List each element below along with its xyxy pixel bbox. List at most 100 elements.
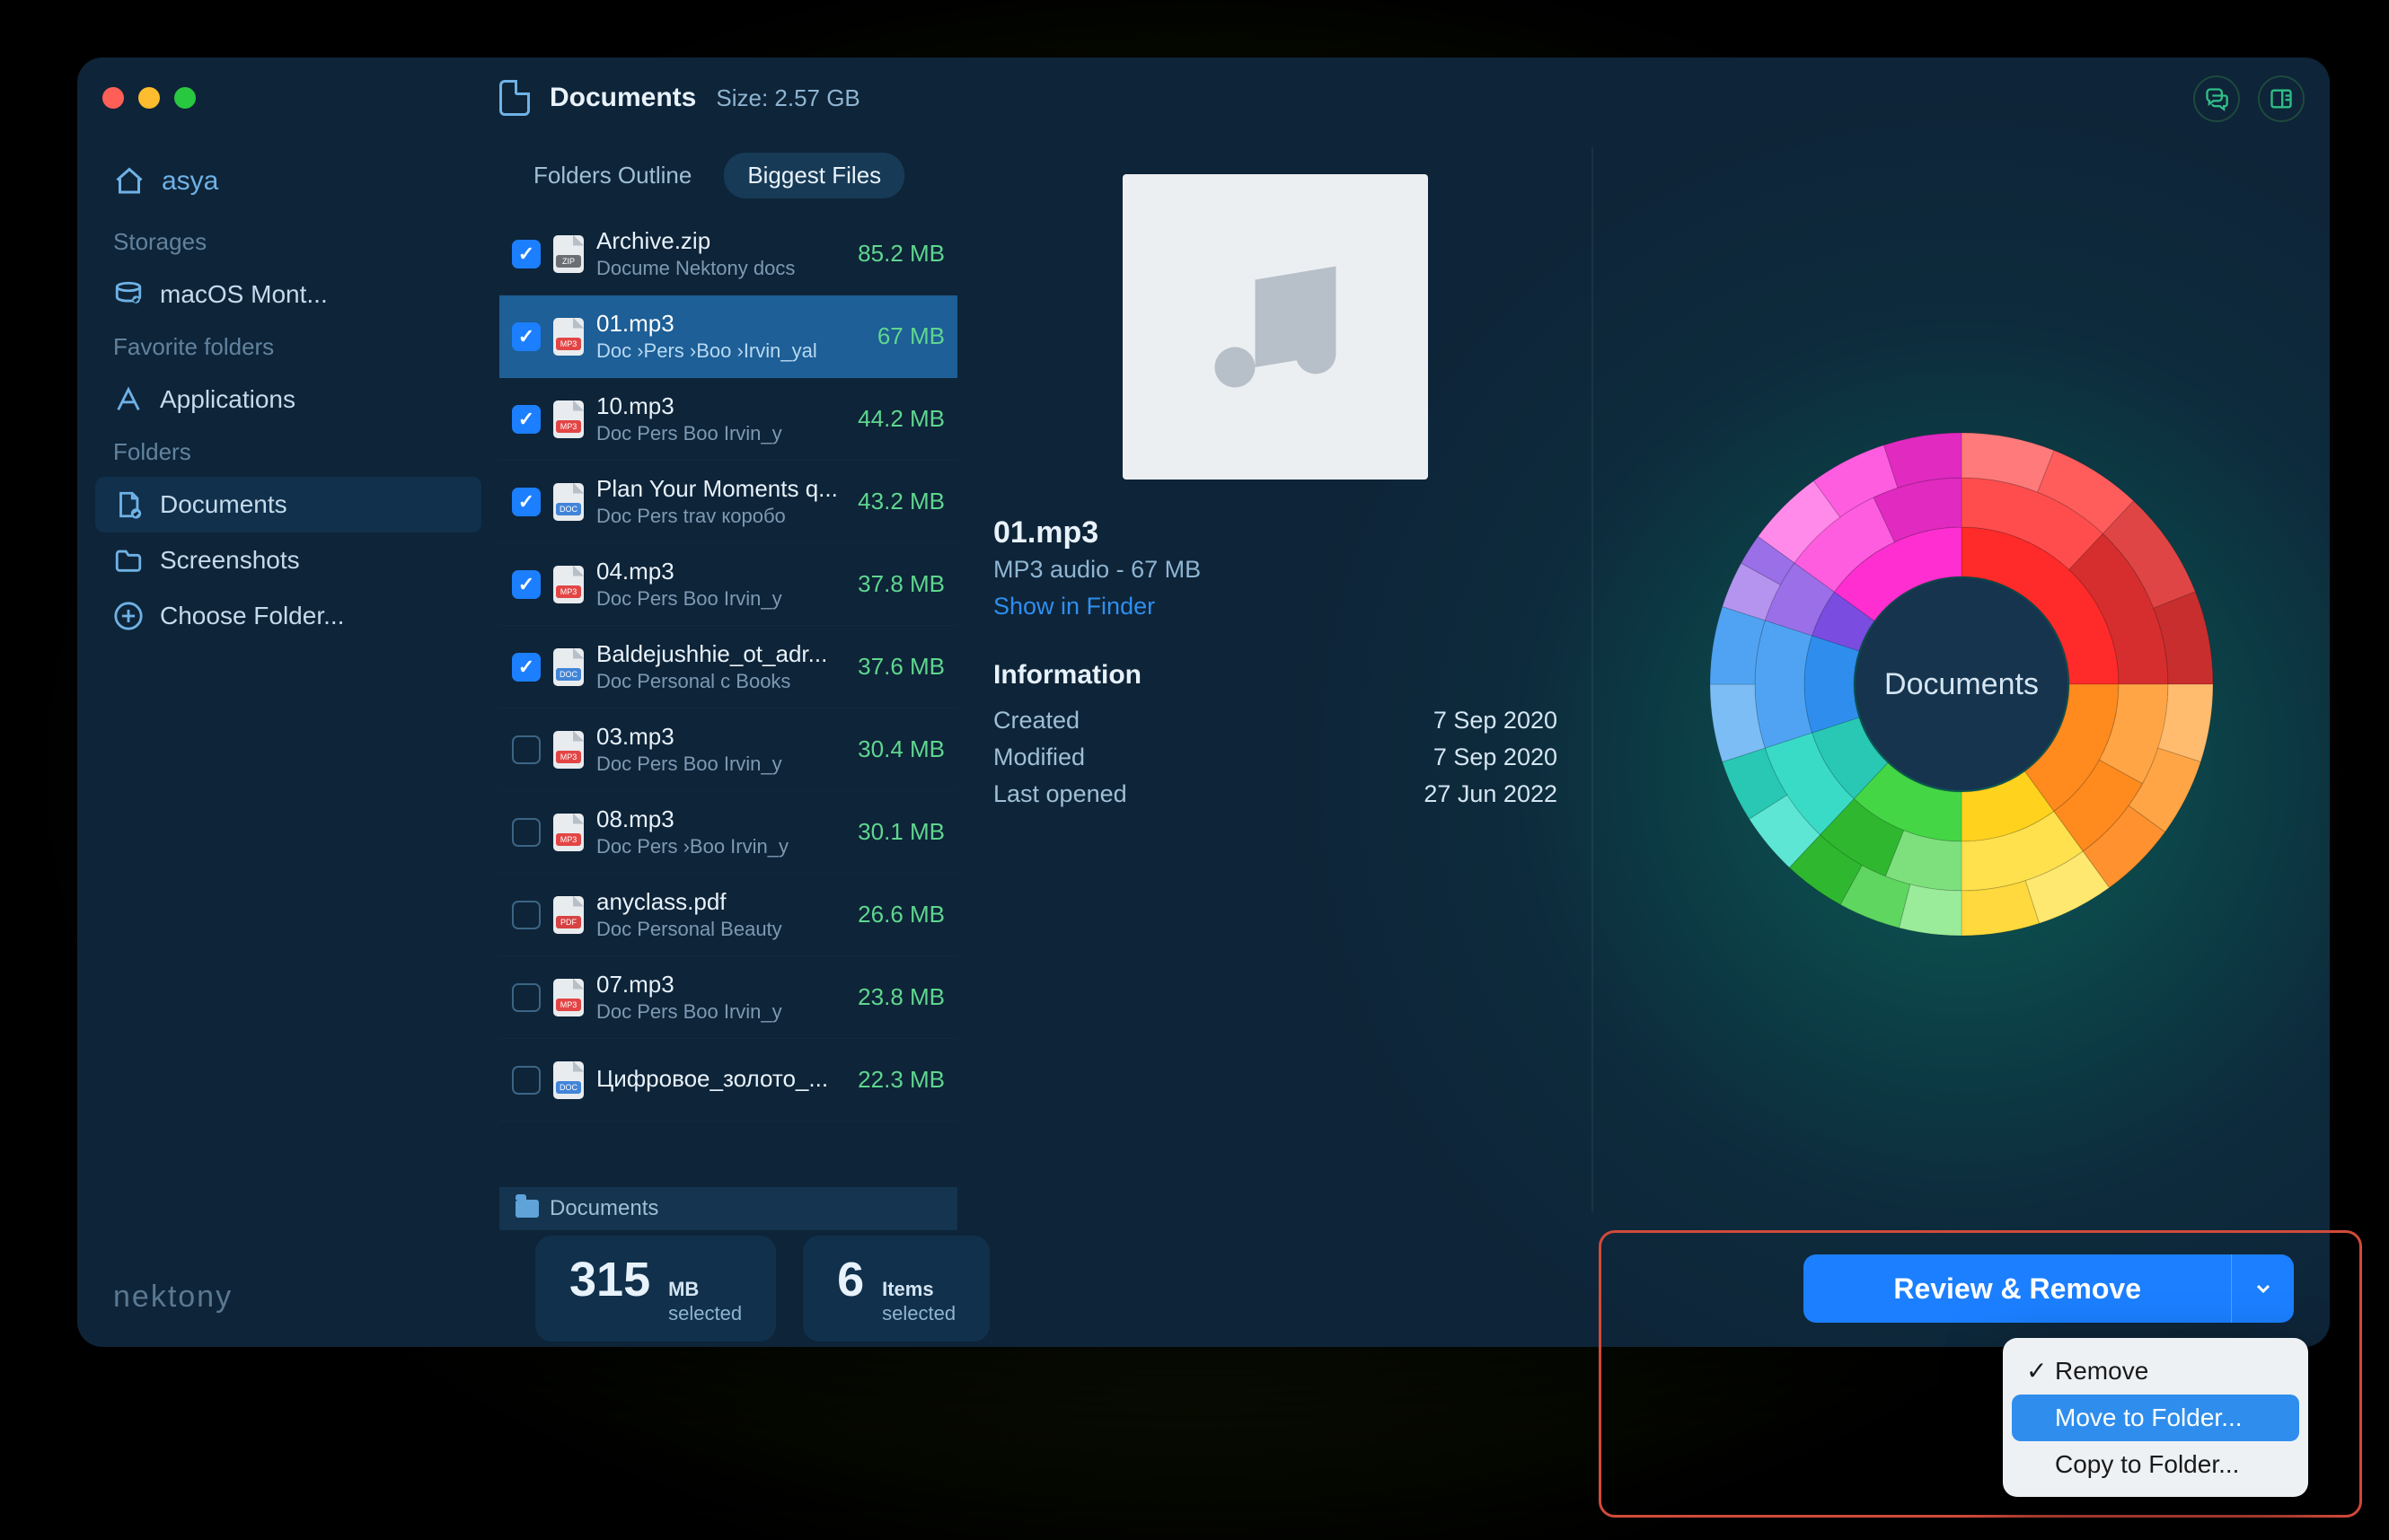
file-name: Цифровое_золото_... [596, 1065, 845, 1093]
brand-logo: nektony [113, 1280, 233, 1315]
sidebar-item-screenshots[interactable]: Screenshots [95, 532, 481, 588]
file-path: Doc Pers Boo Irvin_y [596, 587, 845, 611]
breadcrumb[interactable]: Documents [499, 1187, 957, 1230]
file-path: Doc Pers Boo Irvin_y [596, 752, 845, 776]
panel-button[interactable] [2258, 75, 2305, 122]
tab-biggest-files[interactable]: Biggest Files [724, 153, 904, 198]
selected-count-value: 6 [837, 1252, 864, 1307]
menu-item-copy[interactable]: Copy to Folder... [2012, 1441, 2299, 1488]
file-checkbox[interactable] [512, 1066, 541, 1095]
sidebar-heading-favorites: Favorite folders [95, 322, 481, 372]
sidebar-item-documents[interactable]: Documents [95, 477, 481, 532]
disk-icon [113, 279, 144, 310]
file-checkbox[interactable] [512, 901, 541, 929]
file-type-icon: ZIP [553, 235, 584, 273]
sidebar-item-label: Screenshots [160, 546, 300, 575]
detail-filename: 01.mp3 [993, 515, 1557, 550]
documents-icon [113, 489, 144, 520]
file-list[interactable]: ZIPArchive.zipDocume Nektony docs85.2 MB… [499, 213, 957, 1187]
files-column: Folders Outline Biggest Files ZIPArchive… [499, 138, 957, 1230]
chat-button[interactable] [2193, 75, 2240, 122]
file-name: 07.mp3 [596, 971, 845, 999]
file-checkbox[interactable] [512, 240, 541, 268]
file-name: Plan Your Moments q... [596, 475, 845, 503]
review-remove-label: Review & Remove [1803, 1272, 2231, 1306]
sidebar-item-storage[interactable]: macOS Mont... [95, 267, 481, 322]
menu-item-move[interactable]: Move to Folder... [2012, 1395, 2299, 1441]
file-name: 03.mp3 [596, 723, 845, 751]
window-controls [102, 87, 196, 109]
file-name: 08.mp3 [596, 805, 845, 833]
file-type-icon: MP3 [553, 318, 584, 356]
file-name: 01.mp3 [596, 310, 865, 338]
folder-icon [516, 1200, 539, 1218]
file-row[interactable]: MP310.mp3Doc Pers Boo Irvin_y44.2 MB [499, 378, 957, 461]
bottom-bar: 315 MB selected 6 Items selected Review … [499, 1230, 2330, 1347]
music-note-icon [1194, 246, 1356, 408]
document-icon [499, 80, 530, 116]
file-type-icon: MP3 [553, 566, 584, 603]
selected-size-value: 315 [569, 1252, 650, 1307]
review-remove-button[interactable]: Review & Remove [1803, 1254, 2294, 1323]
file-type-icon: PDF [553, 896, 584, 934]
sidebar: asya Storages macOS Mont... Favorite fol… [77, 138, 499, 1347]
file-checkbox[interactable] [512, 735, 541, 764]
file-path: Doc Personal c Books [596, 670, 845, 693]
file-path: Doc Pers Boo Irvin_y [596, 1000, 845, 1024]
file-checkbox[interactable] [512, 322, 541, 351]
folder-icon [113, 545, 144, 576]
file-size: 43.2 MB [858, 488, 945, 515]
file-row[interactable]: MP303.mp3Doc Pers Boo Irvin_y30.4 MB [499, 708, 957, 791]
app-window: Documents Size: 2.57 GB asya Storages ma… [77, 57, 2330, 1347]
close-icon[interactable] [102, 87, 124, 109]
file-size: 67 MB [877, 322, 945, 350]
sidebar-item-choose-folder[interactable]: Choose Folder... [95, 588, 481, 644]
file-preview [1123, 174, 1428, 480]
file-checkbox[interactable] [512, 818, 541, 847]
sidebar-item-label: Choose Folder... [160, 602, 344, 630]
file-checkbox[interactable] [512, 488, 541, 516]
file-size: 37.6 MB [858, 653, 945, 681]
sunburst-chart[interactable]: Documents [1683, 406, 2240, 963]
file-row[interactable]: DOCPlan Your Moments q...Doc Pers trav к… [499, 461, 957, 543]
info-modified: Modified 7 Sep 2020 [993, 744, 1557, 771]
user-label: asya [162, 166, 218, 197]
info-created: Created 7 Sep 2020 [993, 707, 1557, 735]
file-checkbox[interactable] [512, 405, 541, 434]
file-row[interactable]: ZIPArchive.zipDocume Nektony docs85.2 MB [499, 213, 957, 295]
file-checkbox[interactable] [512, 983, 541, 1012]
sidebar-heading-storages: Storages [95, 217, 481, 267]
show-in-finder-link[interactable]: Show in Finder [993, 593, 1557, 620]
minimize-icon[interactable] [138, 87, 160, 109]
file-checkbox[interactable] [512, 653, 541, 682]
action-dropdown: ✓ Remove Move to Folder... Copy to Folde… [2003, 1338, 2308, 1497]
view-tabs: Folders Outline Biggest Files [499, 138, 957, 213]
plus-circle-icon [113, 601, 144, 631]
file-row[interactable]: MP308.mp3Doc Pers ›Boo Irvin_y30.1 MB [499, 791, 957, 874]
file-size: 22.3 MB [858, 1066, 945, 1094]
file-size: 26.6 MB [858, 901, 945, 928]
menu-item-remove[interactable]: ✓ Remove [2012, 1347, 2299, 1395]
file-path: Docume Nektony docs [596, 257, 845, 280]
file-type-icon: MP3 [553, 979, 584, 1016]
file-path: Doc Pers ›Boo Irvin_y [596, 835, 845, 858]
maximize-icon[interactable] [174, 87, 196, 109]
chevron-down-icon[interactable] [2231, 1254, 2294, 1323]
sidebar-item-applications[interactable]: Applications [95, 372, 481, 427]
file-size: 85.2 MB [858, 240, 945, 268]
file-row[interactable]: MP301.mp3Doc ›Pers ›Boo ›Irvin_yal67 MB [499, 295, 957, 378]
sidebar-item-label: Documents [160, 490, 287, 519]
selected-size-pill: 315 MB selected [535, 1236, 776, 1342]
file-path: Doc Personal Beauty [596, 918, 845, 941]
file-row[interactable]: MP307.mp3Doc Pers Boo Irvin_y23.8 MB [499, 956, 957, 1039]
file-row[interactable]: PDFanyclass.pdfDoc Personal Beauty26.6 M… [499, 874, 957, 956]
file-row[interactable]: DOCBaldejushhie_ot_adr...Doc Personal c … [499, 626, 957, 708]
file-checkbox[interactable] [512, 570, 541, 599]
sidebar-item-label: macOS Mont... [160, 280, 328, 309]
sidebar-user[interactable]: asya [95, 158, 481, 217]
file-size: 30.1 MB [858, 818, 945, 846]
file-type-icon: MP3 [553, 731, 584, 769]
file-row[interactable]: MP304.mp3Doc Pers Boo Irvin_y37.8 MB [499, 543, 957, 626]
file-row[interactable]: DOCЦифровое_золото_...22.3 MB [499, 1039, 957, 1122]
tab-folders-outline[interactable]: Folders Outline [510, 153, 715, 198]
